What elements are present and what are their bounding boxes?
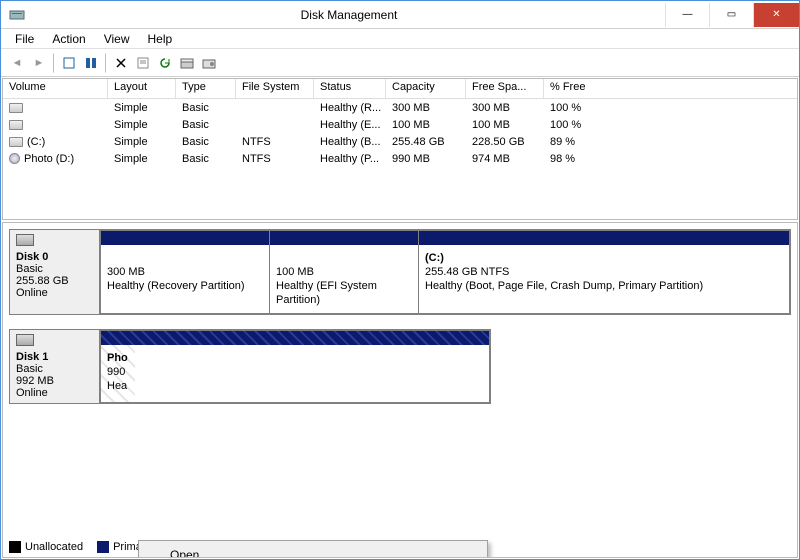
disk-0-row: Disk 0 Basic 255.88 GB Online 300 MBHeal… bbox=[9, 229, 791, 315]
disk-icon bbox=[16, 334, 34, 346]
toolbar-btn-5[interactable] bbox=[177, 53, 197, 73]
col-volume[interactable]: Volume bbox=[3, 79, 108, 98]
drive-icon bbox=[9, 137, 23, 147]
app-icon bbox=[5, 3, 29, 27]
separator bbox=[105, 53, 107, 73]
column-headers: Volume Layout Type File System Status Ca… bbox=[3, 79, 797, 99]
col-pctfree[interactable]: % Free bbox=[544, 79, 604, 98]
close-button[interactable]: ✕ bbox=[753, 3, 799, 27]
separator bbox=[53, 53, 55, 73]
toolbar-btn-properties-icon[interactable] bbox=[133, 53, 153, 73]
disk-graph: Disk 0 Basic 255.88 GB Online 300 MBHeal… bbox=[2, 222, 798, 558]
toolbar-btn-2[interactable] bbox=[81, 53, 101, 73]
menu-help[interactable]: Help bbox=[140, 31, 181, 47]
col-layout[interactable]: Layout bbox=[108, 79, 176, 98]
col-filesystem[interactable]: File System bbox=[236, 79, 314, 98]
col-status[interactable]: Status bbox=[314, 79, 386, 98]
partition-bar bbox=[419, 231, 789, 245]
volume-list: Volume Layout Type File System Status Ca… bbox=[2, 78, 798, 220]
titlebar: Disk Management — ▭ ✕ bbox=[1, 1, 799, 29]
table-row[interactable]: Photo (D:) SimpleBasicNTFSHealthy (P...9… bbox=[3, 150, 797, 167]
partition-bar bbox=[101, 331, 489, 345]
swatch-primary bbox=[97, 541, 109, 553]
table-row[interactable]: SimpleBasicHealthy (E...100 MB100 MB100 … bbox=[3, 116, 797, 133]
context-menu: Open Explore Mark Partition as Active Ch… bbox=[138, 540, 488, 558]
disk-icon bbox=[16, 234, 34, 246]
disk-1-partition-0[interactable]: Pho990Hea bbox=[100, 330, 490, 403]
col-capacity[interactable]: Capacity bbox=[386, 79, 466, 98]
disc-icon bbox=[9, 153, 20, 164]
legend: Unallocated Prima bbox=[9, 541, 142, 553]
menu-file[interactable]: File bbox=[7, 31, 42, 47]
menu-action[interactable]: Action bbox=[44, 31, 93, 47]
table-row[interactable]: (C:) SimpleBasicNTFSHealthy (B...255.48 … bbox=[3, 133, 797, 150]
window-title: Disk Management bbox=[33, 8, 665, 22]
disk-1-info[interactable]: Disk 1 Basic 992 MB Online bbox=[10, 330, 100, 403]
table-row[interactable]: SimpleBasicHealthy (R...300 MB300 MB100 … bbox=[3, 99, 797, 116]
window: Disk Management — ▭ ✕ File Action View H… bbox=[0, 0, 800, 560]
menubar: File Action View Help bbox=[1, 29, 799, 49]
toolbar-btn-close-icon[interactable] bbox=[111, 53, 131, 73]
drive-icon bbox=[9, 103, 23, 113]
partition-bar bbox=[270, 231, 418, 245]
menu-view[interactable]: View bbox=[96, 31, 138, 47]
col-freespace[interactable]: Free Spa... bbox=[466, 79, 544, 98]
disk-1-row: Disk 1 Basic 992 MB Online Pho990Hea bbox=[9, 329, 491, 404]
disk-0-info[interactable]: Disk 0 Basic 255.88 GB Online bbox=[10, 230, 100, 314]
ctx-open[interactable]: Open bbox=[142, 544, 484, 558]
window-controls: — ▭ ✕ bbox=[665, 3, 799, 27]
toolbar: ◄ ► bbox=[1, 49, 799, 77]
col-type[interactable]: Type bbox=[176, 79, 236, 98]
toolbar-btn-refresh-icon[interactable] bbox=[155, 53, 175, 73]
minimize-button[interactable]: — bbox=[665, 3, 709, 27]
volume-rows: SimpleBasicHealthy (R...300 MB300 MB100 … bbox=[3, 99, 797, 167]
partition-bar bbox=[101, 231, 269, 245]
maximize-button[interactable]: ▭ bbox=[709, 3, 753, 27]
disk-0-partition-0[interactable]: 300 MBHealthy (Recovery Partition) bbox=[100, 230, 270, 314]
swatch-unallocated bbox=[9, 541, 21, 553]
disk-0-partition-1[interactable]: 100 MBHealthy (EFI System Partition) bbox=[269, 230, 419, 314]
forward-button[interactable]: ► bbox=[29, 53, 49, 73]
toolbar-btn-6[interactable] bbox=[199, 53, 219, 73]
back-button[interactable]: ◄ bbox=[7, 53, 27, 73]
disk-0-partition-2[interactable]: (C:)255.48 GB NTFSHealthy (Boot, Page Fi… bbox=[418, 230, 790, 314]
toolbar-btn-1[interactable] bbox=[59, 53, 79, 73]
drive-icon bbox=[9, 120, 23, 130]
legend-unallocated: Unallocated bbox=[25, 541, 83, 553]
